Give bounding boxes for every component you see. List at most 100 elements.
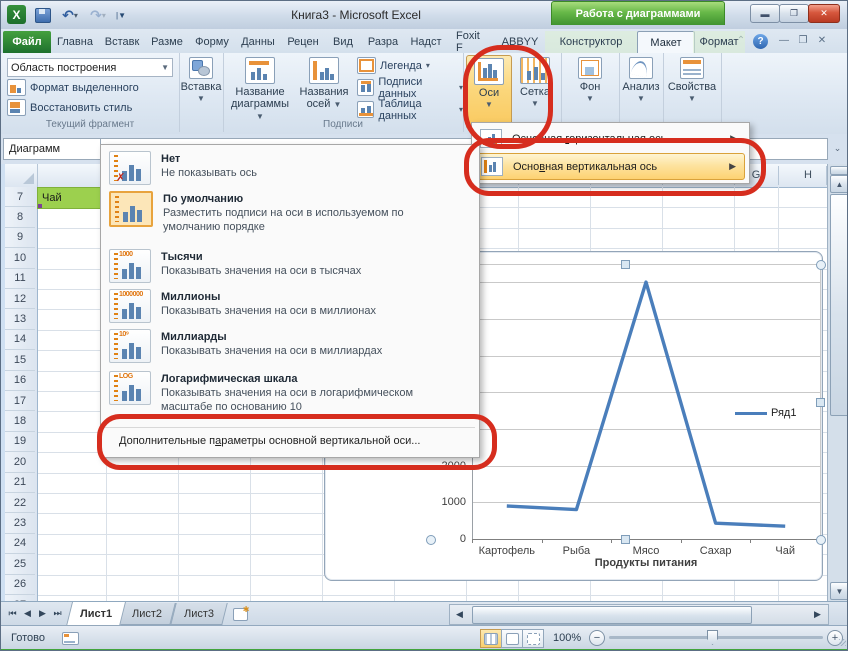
name-box[interactable]: Диаграмм: [3, 138, 104, 160]
gridlines-button[interactable]: Сетка ▼: [513, 55, 557, 110]
save-button[interactable]: [33, 6, 53, 24]
scroll-right-icon[interactable]: ▶: [810, 607, 825, 621]
data-table-button[interactable]: Таблица данных▾: [357, 101, 463, 118]
macro-record-icon[interactable]: [59, 630, 81, 646]
zoom-slider-thumb[interactable]: [707, 630, 718, 645]
column-header-H[interactable]: H: [788, 169, 828, 181]
chart-title-button[interactable]: Название диаграммы ▼: [229, 55, 291, 123]
prev-sheet-icon[interactable]: ◀: [20, 605, 35, 621]
row-header-17[interactable]: 17: [5, 391, 35, 411]
resize-grip[interactable]: [839, 639, 846, 646]
plot-area-handle[interactable]: [426, 535, 436, 545]
data-labels-button[interactable]: Подписи данных▾: [357, 79, 463, 96]
ribbon-tab-13[interactable]: Макет: [637, 31, 695, 54]
insert-worksheet-tab[interactable]: ✱: [229, 605, 251, 623]
ribbon-tab-9[interactable]: Надст: [405, 31, 447, 53]
vertical-scroll-thumb[interactable]: [830, 194, 848, 416]
ribbon-tab-7[interactable]: Вид: [325, 31, 361, 53]
close-button[interactable]: ✕: [808, 4, 840, 23]
chart-element-selector[interactable]: Область построения▼: [7, 58, 173, 77]
row-header-7[interactable]: 7: [5, 187, 35, 207]
horizontal-scrollbar[interactable]: ◀ ▶: [449, 604, 829, 625]
properties-button[interactable]: Свойства ▼: [667, 55, 717, 105]
legend-button[interactable]: Легенда▾: [357, 57, 430, 74]
expand-formula-bar-icon[interactable]: ⌄: [830, 140, 845, 156]
row-headers[interactable]: 789101112131415161718192021222324252627: [5, 187, 38, 601]
last-sheet-icon[interactable]: ⏭: [50, 605, 65, 621]
window-restore-icon[interactable]: ❐: [796, 35, 810, 46]
plot-area-handle[interactable]: [816, 260, 826, 270]
redo-button[interactable]: ↷▾: [85, 6, 111, 24]
restore-button[interactable]: ❐: [779, 4, 809, 23]
ribbon-tab-5[interactable]: Данны: [235, 31, 281, 53]
row-header-12[interactable]: 12: [5, 289, 35, 309]
window-minimize-icon[interactable]: —: [777, 35, 791, 46]
ribbon-tab-6[interactable]: Рецен: [281, 31, 325, 53]
row-header-18[interactable]: 18: [5, 411, 35, 431]
vaxis-menu-item-5[interactable]: LOGЛогарифмическая шкалаПоказывать значе…: [103, 369, 475, 425]
analysis-button[interactable]: Анализ ▼: [621, 55, 661, 105]
row-header-22[interactable]: 22: [5, 493, 35, 513]
background-button[interactable]: Фон ▼: [570, 55, 610, 105]
ribbon-tab-10[interactable]: Foxit F: [447, 31, 495, 53]
row-header-11[interactable]: 11: [5, 269, 35, 289]
row-header-25[interactable]: 25: [5, 554, 35, 574]
horizontal-scroll-thumb[interactable]: [472, 606, 752, 624]
chart-legend[interactable]: Ряд1: [735, 407, 796, 419]
row-header-10[interactable]: 10: [5, 248, 35, 268]
page-layout-view-button[interactable]: [501, 629, 523, 648]
row-header-23[interactable]: 23: [5, 513, 35, 533]
vaxis-menu-item-1[interactable]: По умолчаниюРазместить подписи на оси в …: [103, 189, 475, 247]
help-icon[interactable]: ?: [753, 34, 768, 49]
ribbon-tab-11[interactable]: ABBYY: [495, 31, 545, 53]
row-header-19[interactable]: 19: [5, 432, 35, 452]
plot-area-handle[interactable]: [621, 260, 630, 269]
select-all-corner[interactable]: [5, 164, 38, 187]
format-selection-button[interactable]: Формат выделенного: [7, 79, 139, 96]
sheet-tab-1[interactable]: Лист1: [66, 602, 126, 626]
ribbon-tab-3[interactable]: Разме: [145, 31, 189, 53]
ribbon-tab-1[interactable]: Главна: [51, 31, 99, 53]
vertical-scrollbar[interactable]: ▲ ▼: [827, 164, 848, 601]
axes-menu-item-0[interactable]: Основная горизонтальная ось▶: [474, 125, 745, 152]
row-header-24[interactable]: 24: [5, 534, 35, 554]
row-header-16[interactable]: 16: [5, 371, 35, 391]
row-header-21[interactable]: 21: [5, 473, 35, 493]
plot-area-handle[interactable]: [621, 535, 630, 544]
scroll-down-icon[interactable]: ▼: [830, 582, 848, 600]
ribbon-tab-8[interactable]: Разра: [361, 31, 405, 53]
row-header-9[interactable]: 9: [5, 228, 35, 248]
vaxis-more-options-item[interactable]: Дополнительные параметры основной вертик…: [103, 427, 475, 453]
scroll-up-icon[interactable]: ▲: [830, 175, 848, 193]
vaxis-menu-item-0[interactable]: ✗НетНе показывать ось: [103, 149, 475, 189]
row-header-20[interactable]: 20: [5, 452, 35, 472]
insert-button[interactable]: Вставка ▼: [183, 55, 219, 105]
ribbon-tab-12[interactable]: Конструктор: [545, 31, 637, 53]
row-header-8[interactable]: 8: [5, 207, 35, 227]
vaxis-menu-item-3[interactable]: 1000000МиллионыПоказывать значения на ос…: [103, 287, 475, 327]
axes-button[interactable]: Оси ▼: [466, 55, 512, 129]
ribbon-tab-14[interactable]: Формат: [693, 31, 745, 53]
ribbon-tab-4[interactable]: Форму: [189, 31, 235, 53]
vaxis-menu-item-2[interactable]: 1000ТысячиПоказывать значения на оси в т…: [103, 247, 475, 287]
split-handle[interactable]: [830, 166, 848, 175]
first-sheet-icon[interactable]: ⏮: [5, 605, 20, 621]
qat-customize-button[interactable]: |▼: [113, 6, 129, 24]
sheet-tab-2[interactable]: Лист2: [118, 603, 176, 625]
vaxis-menu-item-4[interactable]: 10⁹МиллиардыПоказывать значения на оси в…: [103, 327, 475, 369]
sheet-tab-3[interactable]: Лист3: [170, 603, 228, 625]
row-header-13[interactable]: 13: [5, 309, 35, 329]
plot-area-handle[interactable]: [816, 535, 826, 545]
row-header-26[interactable]: 26: [5, 575, 35, 595]
scroll-left-icon[interactable]: ◀: [452, 607, 467, 621]
axis-titles-button[interactable]: Названия осей ▼: [295, 55, 353, 111]
minimize-button[interactable]: ▬: [750, 4, 780, 23]
zoom-out-button[interactable]: −: [589, 630, 605, 646]
ribbon-tab-2[interactable]: Вставк: [99, 31, 145, 53]
undo-button[interactable]: ↶▾: [57, 6, 83, 24]
zoom-level[interactable]: 100%: [553, 632, 581, 644]
axes-menu-item-1[interactable]: Основная вертикальная ось▶: [474, 153, 745, 180]
plot-area-handle[interactable]: [816, 398, 825, 407]
ribbon-tab-0[interactable]: Файл: [3, 31, 51, 53]
window-close-icon[interactable]: ✕: [815, 35, 829, 46]
